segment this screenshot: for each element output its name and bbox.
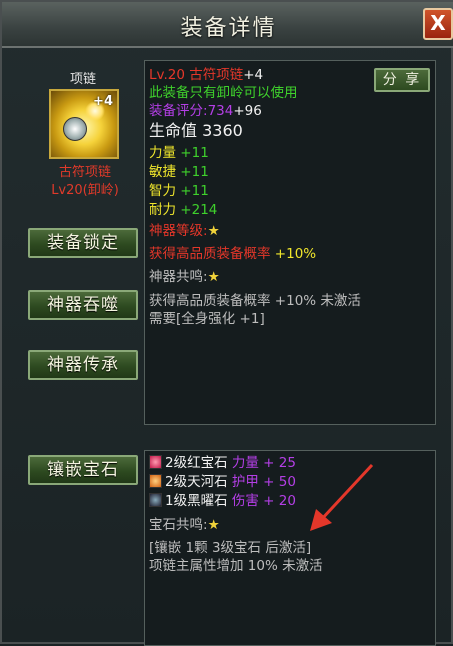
item-name: 古符项链 Lv20(卸岭) [40, 164, 130, 200]
stat-value: +11 [180, 164, 209, 180]
dialog-title: 装备详情 [180, 16, 277, 41]
gem-row[interactable]: 2级天河石 护甲 + 50 [149, 473, 296, 491]
enhance-level-badge: +4 [93, 94, 113, 109]
stat-value: +11 [180, 145, 209, 161]
stat-row: 耐力 +214 [149, 201, 217, 219]
gem-resonance-effect: 项链主属性增加 10% 未激活 [149, 558, 323, 574]
artifact-bonus-value: +10% [274, 246, 317, 262]
star-icon: ★ [207, 517, 220, 533]
score-bonus: +96 [233, 103, 262, 119]
stat-name: 力量 [149, 145, 176, 161]
stat-value: +11 [180, 183, 209, 199]
gem-row[interactable]: 1级黑曜石 伤害 + 20 [149, 492, 296, 510]
gem-row[interactable]: 2级红宝石 力量 + 25 [149, 454, 296, 472]
close-button[interactable]: X [423, 8, 453, 40]
resonance-effect: 获得高品质装备概率 +10% 未激活 [149, 293, 361, 309]
item-title-line: Lv.20 古符项链+4 [149, 66, 263, 84]
item-level-text: Lv20(卸岭) [51, 183, 119, 198]
gem-name: 2级红宝石 [165, 455, 228, 471]
artifact-bonus-text: 获得高品质装备概率 [149, 246, 271, 262]
stat-row: 敏捷 +11 [149, 163, 209, 181]
gem-stat: 伤害 + 20 [231, 493, 296, 509]
title-bar: 装备详情 X [2, 2, 453, 48]
score-label: 装备评分: [149, 103, 208, 119]
stat-row: 智力 +11 [149, 182, 209, 200]
gem-name: 1级黑曜石 [165, 493, 228, 509]
black-gem-icon [149, 493, 162, 507]
inlay-gem-button[interactable]: 镶嵌宝石 [28, 455, 138, 485]
stat-value: +214 [180, 202, 218, 218]
lock-equipment-button[interactable]: 装备锁定 [28, 228, 138, 258]
orange-gem-icon [149, 474, 162, 488]
stat-name: 智力 [149, 183, 176, 199]
score-value: 734 [207, 103, 234, 119]
item-type-label: 项链 [69, 72, 96, 87]
resonance-requirement: 需要[全身强化 +1] [149, 311, 265, 327]
equipment-details-dialog: 装备详情 X 项链 +4 古符项链 Lv20(卸岭) 装备锁定 神器吞噬 神器传… [0, 0, 453, 646]
artifact-devour-button[interactable]: 神器吞噬 [28, 290, 138, 320]
item-title-enhance: +4 [243, 67, 264, 83]
artifact-level: 神器等级:★ [149, 222, 220, 240]
stat-row: 力量 +11 [149, 144, 209, 162]
hp-line: 生命值 3360 [149, 122, 243, 140]
share-button[interactable]: 分 享 [374, 68, 430, 92]
gem-resonance-requirement: [镶嵌 1颗 3级宝石 后激活] [149, 540, 312, 556]
red-gem-icon [149, 455, 162, 469]
hp-value: 3360 [202, 121, 243, 140]
equipment-score: 装备评分:734+96 [149, 102, 262, 120]
resonance-label: 神器共鸣: [149, 269, 208, 285]
gem-resonance: 宝石共鸣:★ [149, 516, 220, 534]
class-restriction: 此装备只有卸岭可以使用 [149, 85, 298, 101]
artifact-inherit-button[interactable]: 神器传承 [28, 350, 138, 380]
artifact-level-label: 神器等级: [149, 223, 208, 239]
hp-label: 生命值 [149, 121, 198, 140]
red-arrow-icon [310, 463, 374, 531]
stat-name: 耐力 [149, 202, 176, 218]
gem-resonance-label: 宝石共鸣: [149, 517, 208, 533]
artifact-bonus: 获得高品质装备概率 +10% [149, 245, 316, 263]
item-name-text: 古符项链 [58, 165, 111, 180]
gem-name: 2级天河石 [165, 474, 228, 490]
item-title: Lv.20 古符项链 [149, 67, 244, 83]
artifact-resonance: 神器共鸣:★ [149, 268, 220, 286]
star-icon: ★ [207, 223, 220, 239]
stat-name: 敏捷 [149, 164, 176, 180]
necklace-icon [63, 117, 87, 141]
star-icon: ★ [207, 269, 220, 285]
item-icon-slot[interactable]: +4 [49, 89, 119, 159]
gem-stat: 力量 + 25 [231, 455, 296, 471]
gem-stat: 护甲 + 50 [231, 474, 296, 490]
